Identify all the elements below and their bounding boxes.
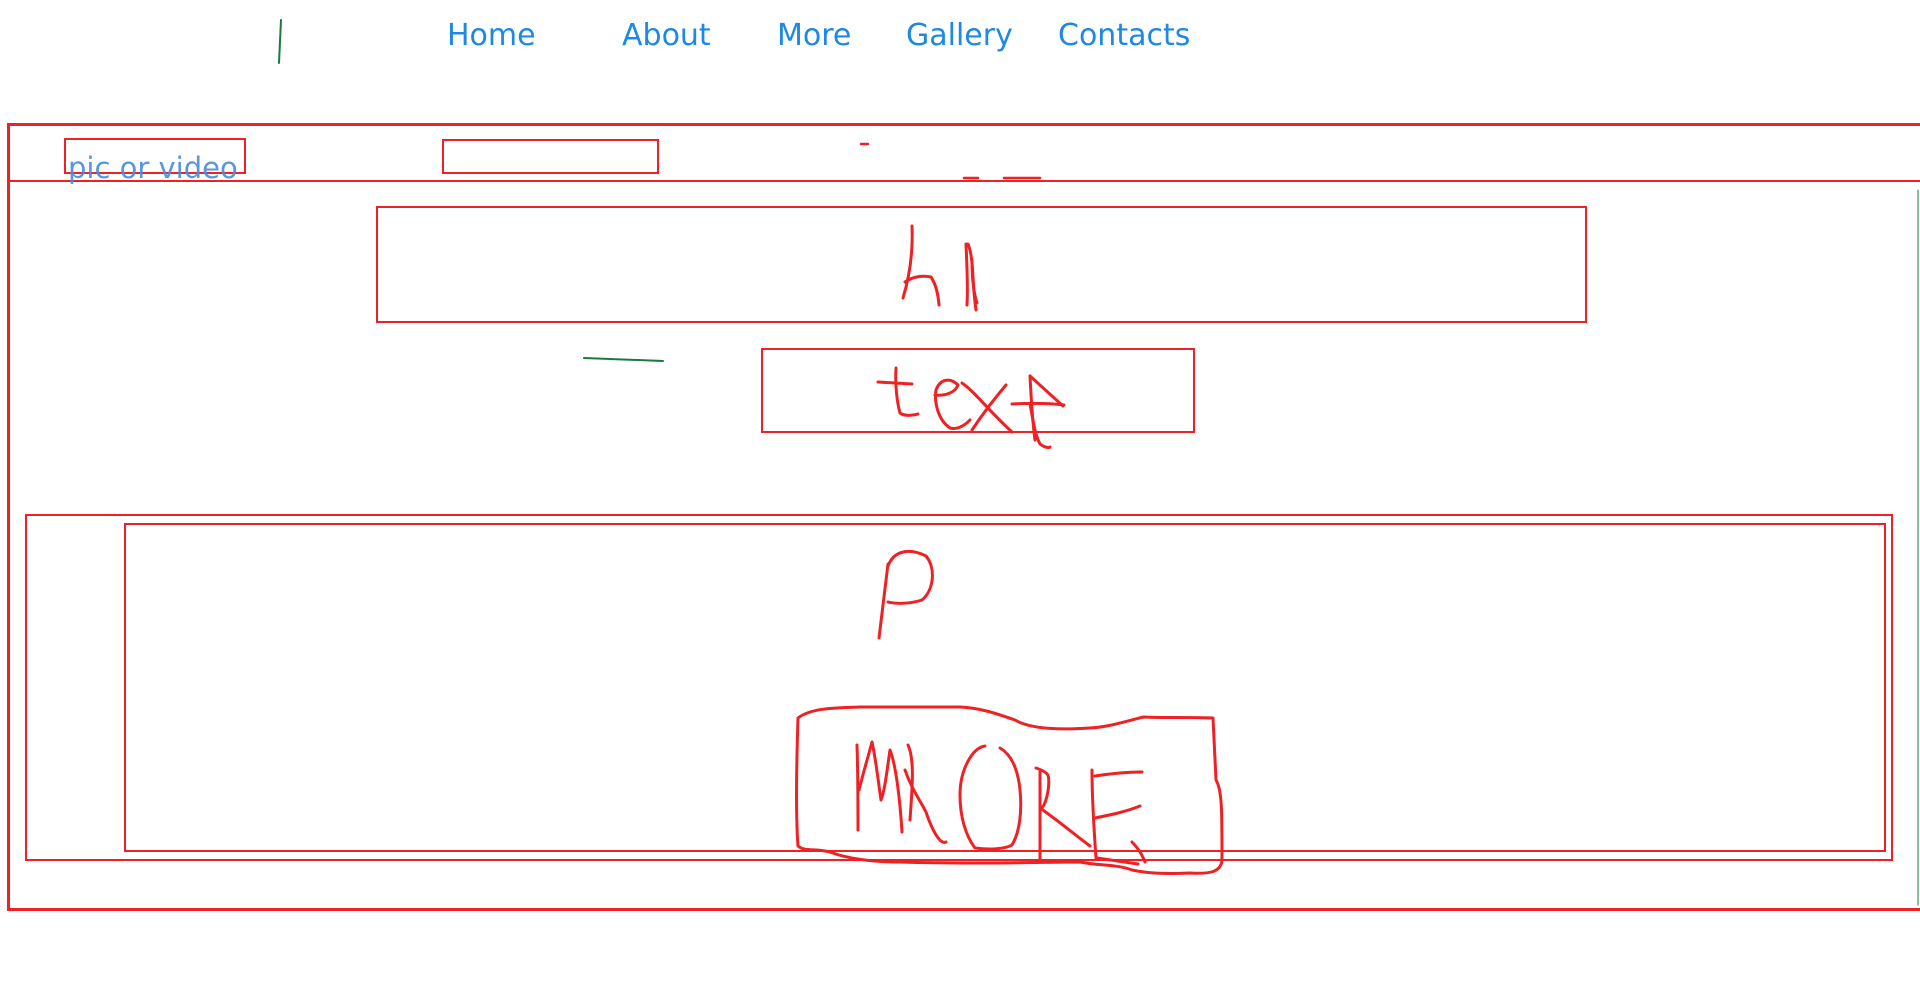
wireframe-canvas: Home About More Gallery Contacts pic or … <box>0 0 1920 991</box>
header-strip <box>7 123 1920 182</box>
pic-or-video-label: pic or video <box>68 151 238 185</box>
h1-box <box>376 206 1587 323</box>
nav-link-gallery[interactable]: Gallery <box>906 18 1013 54</box>
nav-link-home[interactable]: Home <box>447 18 536 54</box>
header-small-box <box>442 139 659 174</box>
annotation-mark <box>278 19 282 64</box>
nav-link-more[interactable]: More <box>777 18 851 54</box>
nav-link-about[interactable]: About <box>622 18 711 54</box>
text-box <box>761 348 1195 433</box>
more-button[interactable] <box>796 706 1224 876</box>
nav-link-contacts[interactable]: Contacts <box>1058 18 1190 54</box>
